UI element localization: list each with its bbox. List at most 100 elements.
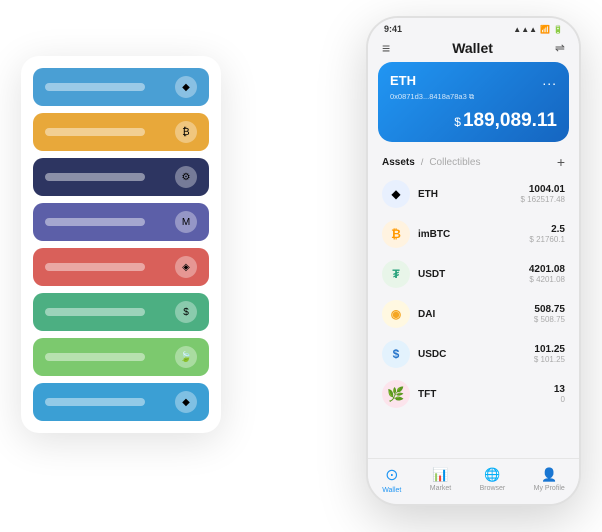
tab-divider: / xyxy=(421,157,424,167)
eth-card-balance: $189,089.11 xyxy=(390,110,557,132)
asset-icon-usdt: ₮ xyxy=(382,260,410,288)
phone-mockup: 9:41 ▲▲▲ 📶 🔋 ≡ Wallet ⇌ ETH ... 0x0871d3… xyxy=(366,16,581,506)
asset-amount-imbtc: 2.5 xyxy=(529,224,565,235)
asset-usd-dai: $ 508.75 xyxy=(534,315,565,324)
asset-icon-eth: ◆ xyxy=(382,180,410,208)
status-bar: 9:41 ▲▲▲ 📶 🔋 xyxy=(368,18,579,36)
dollar-sign: $ xyxy=(454,115,461,129)
card-line-5 xyxy=(45,263,145,271)
asset-row-eth[interactable]: ◆ ETH 1004.01 $ 162517.48 xyxy=(374,174,573,214)
card-icon-8: ◆ xyxy=(175,391,197,413)
card-icon-7: 🍃 xyxy=(175,346,197,368)
nav-label-profile: My Profile xyxy=(534,485,565,492)
card-line-1 xyxy=(45,83,145,91)
asset-row-imbtc[interactable]: ₿ imBTC 2.5 $ 21760.1 xyxy=(374,214,573,254)
eth-card-header: ETH ... xyxy=(390,72,557,88)
asset-amounts-dai: 508.75 $ 508.75 xyxy=(534,304,565,324)
asset-icon-usdc: $ xyxy=(382,340,410,368)
wallet-nav-icon: ⊙ xyxy=(385,465,398,485)
card-item-3[interactable]: ⚙ xyxy=(33,158,209,196)
card-line-4 xyxy=(45,218,145,226)
eth-card-address: 0x0871d3...8418a78a3 ⧉ xyxy=(390,92,557,102)
scene: ◆ ₿ ⚙ M ◈ $ 🍃 ◆ xyxy=(21,16,581,516)
card-item-4[interactable]: M xyxy=(33,203,209,241)
card-item-7[interactable]: 🍃 xyxy=(33,338,209,376)
asset-name-eth: ETH xyxy=(418,189,521,200)
asset-name-dai: DAI xyxy=(418,309,534,320)
nav-wallet[interactable]: ⊙ Wallet xyxy=(382,465,401,494)
assets-header: Assets / Collectibles + xyxy=(368,150,579,174)
card-line-2 xyxy=(45,128,145,136)
asset-amount-usdt: 4201.08 xyxy=(529,264,565,275)
asset-amounts-usdc: 101.25 $ 101.25 xyxy=(534,344,565,364)
market-nav-icon: 📊 xyxy=(432,467,448,483)
card-icon-1: ◆ xyxy=(175,76,197,98)
nav-label-wallet: Wallet xyxy=(382,487,401,494)
profile-nav-icon: 👤 xyxy=(541,467,557,483)
asset-amounts-eth: 1004.01 $ 162517.48 xyxy=(521,184,566,204)
asset-name-imbtc: imBTC xyxy=(418,229,529,240)
asset-name-usdt: USDT xyxy=(418,269,529,280)
assets-tabs: Assets / Collectibles xyxy=(382,157,480,168)
asset-usd-usdc: $ 101.25 xyxy=(534,355,565,364)
eth-card[interactable]: ETH ... 0x0871d3...8418a78a3 ⧉ $189,089.… xyxy=(378,62,569,142)
card-line-3 xyxy=(45,173,145,181)
nav-label-browser: Browser xyxy=(480,485,506,492)
battery-icon: 🔋 xyxy=(553,25,563,34)
card-icon-4: M xyxy=(175,211,197,233)
wifi-icon: 📶 xyxy=(540,25,550,34)
signal-icon: ▲▲▲ xyxy=(513,25,537,34)
asset-row-usdc[interactable]: $ USDC 101.25 $ 101.25 xyxy=(374,334,573,374)
tab-collectibles[interactable]: Collectibles xyxy=(429,157,480,168)
card-icon-6: $ xyxy=(175,301,197,323)
add-asset-button[interactable]: + xyxy=(557,154,565,170)
card-icon-2: ₿ xyxy=(175,121,197,143)
status-icons: ▲▲▲ 📶 🔋 xyxy=(513,25,563,34)
eth-card-menu[interactable]: ... xyxy=(542,72,557,88)
asset-usd-usdt: $ 4201.08 xyxy=(529,275,565,284)
card-icon-5: ◈ xyxy=(175,256,197,278)
asset-amount-usdc: 101.25 xyxy=(534,344,565,355)
card-stack: ◆ ₿ ⚙ M ◈ $ 🍃 ◆ xyxy=(21,56,221,433)
asset-list: ◆ ETH 1004.01 $ 162517.48 ₿ imBTC 2.5 $ … xyxy=(368,174,579,458)
asset-amount-dai: 508.75 xyxy=(534,304,565,315)
card-item-2[interactable]: ₿ xyxy=(33,113,209,151)
card-item-5[interactable]: ◈ xyxy=(33,248,209,286)
nav-profile[interactable]: 👤 My Profile xyxy=(534,467,565,492)
asset-usd-tft: 0 xyxy=(554,395,565,404)
card-item-8[interactable]: ◆ xyxy=(33,383,209,421)
status-time: 9:41 xyxy=(384,24,402,34)
eth-card-title: ETH xyxy=(390,73,416,88)
asset-usd-imbtc: $ 21760.1 xyxy=(529,235,565,244)
page-title: Wallet xyxy=(452,40,493,56)
card-item-1[interactable]: ◆ xyxy=(33,68,209,106)
nav-browser[interactable]: 🌐 Browser xyxy=(480,467,506,492)
asset-row-usdt[interactable]: ₮ USDT 4201.08 $ 4201.08 xyxy=(374,254,573,294)
asset-name-usdc: USDC xyxy=(418,349,534,360)
asset-row-tft[interactable]: 🌿 TFT 13 0 xyxy=(374,374,573,414)
asset-name-tft: TFT xyxy=(418,389,554,400)
nav-market[interactable]: 📊 Market xyxy=(430,467,451,492)
bottom-nav: ⊙ Wallet 📊 Market 🌐 Browser 👤 My Profile xyxy=(368,458,579,504)
nav-label-market: Market xyxy=(430,485,451,492)
asset-amount-eth: 1004.01 xyxy=(521,184,566,195)
balance-amount: 189,089.11 xyxy=(463,110,557,131)
card-line-8 xyxy=(45,398,145,406)
asset-icon-dai: ◉ xyxy=(382,300,410,328)
card-item-6[interactable]: $ xyxy=(33,293,209,331)
asset-usd-eth: $ 162517.48 xyxy=(521,195,566,204)
asset-amounts-usdt: 4201.08 $ 4201.08 xyxy=(529,264,565,284)
menu-icon[interactable]: ≡ xyxy=(382,40,390,56)
expand-icon[interactable]: ⇌ xyxy=(555,41,565,55)
card-line-7 xyxy=(45,353,145,361)
asset-icon-tft: 🌿 xyxy=(382,380,410,408)
tab-assets[interactable]: Assets xyxy=(382,157,415,168)
asset-amount-tft: 13 xyxy=(554,384,565,395)
asset-row-dai[interactable]: ◉ DAI 508.75 $ 508.75 xyxy=(374,294,573,334)
asset-amounts-tft: 13 0 xyxy=(554,384,565,404)
card-line-6 xyxy=(45,308,145,316)
asset-amounts-imbtc: 2.5 $ 21760.1 xyxy=(529,224,565,244)
asset-icon-imbtc: ₿ xyxy=(382,220,410,248)
card-icon-3: ⚙ xyxy=(175,166,197,188)
phone-header: ≡ Wallet ⇌ xyxy=(368,36,579,62)
